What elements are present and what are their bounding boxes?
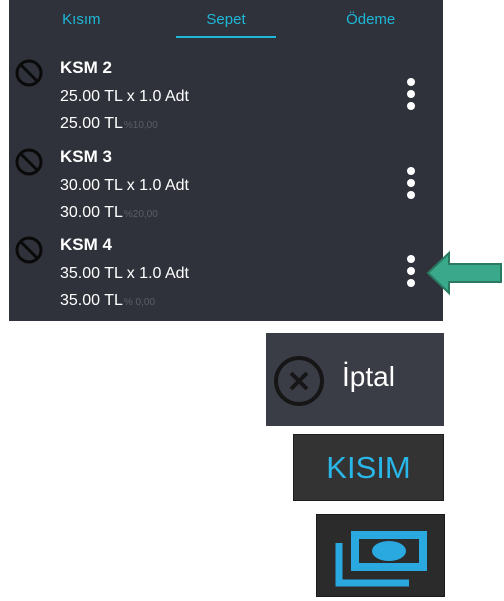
tab-kisim[interactable]: Kısım <box>9 0 154 46</box>
basket-item: KSM 4 35.00 TL x 1.0 Adt 35.00 TL% 0,00 <box>9 229 443 317</box>
cancel-button-label: İptal <box>342 361 395 392</box>
item-quantity-line: 30.00 TL x 1.0 Adt <box>60 177 189 194</box>
payment-icon <box>335 531 427 587</box>
more-options-icon[interactable] <box>397 76 425 116</box>
item-name: KSM 2 <box>60 58 112 77</box>
item-quantity-line: 25.00 TL x 1.0 Adt <box>60 88 189 105</box>
item-tax-rate: % 0,00 <box>123 297 156 308</box>
item-quantity-line: 35.00 TL x 1.0 Adt <box>60 265 189 282</box>
item-total: 30.00 TL%20,00 <box>60 204 158 222</box>
tab-sepet[interactable]: Sepet <box>154 0 299 46</box>
cancel-button[interactable]: İptal <box>266 333 444 426</box>
tab-odeme[interactable]: Ödeme <box>298 0 443 46</box>
item-total: 25.00 TL%10,00 <box>60 115 158 133</box>
item-tax-rate: %20,00 <box>123 209 158 220</box>
kisim-button-label: KISIM <box>326 450 411 485</box>
cancel-icon[interactable] <box>14 58 44 88</box>
item-tax-rate: %10,00 <box>123 120 158 131</box>
pointer-arrow-icon <box>426 250 502 296</box>
cancel-icon[interactable] <box>14 235 44 265</box>
more-options-icon[interactable] <box>397 165 425 205</box>
basket-item: KSM 2 25.00 TL x 1.0 Adt 25.00 TL%10,00 <box>9 52 443 140</box>
basket-item: KSM 3 30.00 TL x 1.0 Adt 30.00 TL%20,00 <box>9 141 443 229</box>
close-circle-icon <box>274 356 324 406</box>
more-options-icon[interactable] <box>397 253 425 293</box>
kisim-button[interactable]: KISIM <box>293 434 444 501</box>
item-name: KSM 4 <box>60 235 112 254</box>
pos-panel: Kısım Sepet Ödeme KSM 2 25.00 TL x 1.0 A… <box>9 0 443 321</box>
cancel-icon[interactable] <box>14 147 44 177</box>
item-total-value: 30.00 TL <box>60 204 123 221</box>
item-total-value: 25.00 TL <box>60 115 123 132</box>
item-total-value: 35.00 TL <box>60 292 123 309</box>
payment-button[interactable] <box>316 514 445 597</box>
tab-bar: Kısım Sepet Ödeme <box>9 0 443 46</box>
item-name: KSM 3 <box>60 147 112 166</box>
item-total: 35.00 TL% 0,00 <box>60 292 155 310</box>
